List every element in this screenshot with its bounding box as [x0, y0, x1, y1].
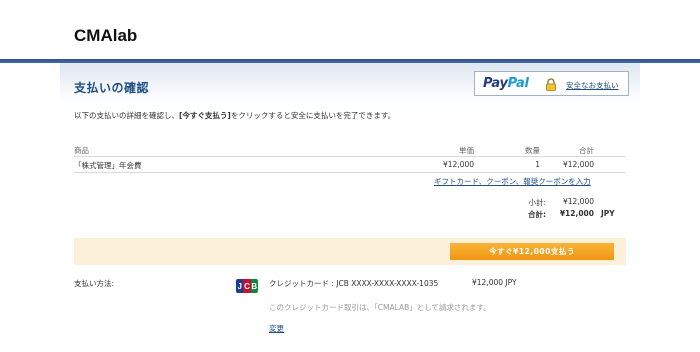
paypal-logo-pay: Pay: [483, 76, 508, 91]
item-name: 「株式管理」年会費: [74, 161, 142, 170]
secure-payment-link[interactable]: 安全なお支払い: [566, 80, 619, 91]
checkout-panel: 支払いの確認 PayPal 安全なお支払い 以下の支払いの詳細を確認し、[今すぐ…: [60, 63, 640, 352]
paypal-logo: PayPal: [483, 76, 529, 91]
total-value: ¥12,000: [559, 209, 594, 218]
intro-text-before: 以下の支払いの詳細を確認し、: [74, 111, 179, 120]
pay-now-button[interactable]: 今すぐ¥12,000支払う: [450, 243, 614, 260]
merchant-header: CMAlab: [0, 0, 700, 63]
total-currency: JPY: [601, 209, 615, 218]
item-unit-price: ¥12,000: [442, 160, 474, 169]
title-bar: 支払いの確認 PayPal 安全なお支払い: [60, 63, 640, 103]
paypal-badge: PayPal 安全なお支払い: [474, 71, 629, 96]
total-label: 合計:: [528, 210, 546, 219]
column-header-item: 商品: [74, 146, 89, 155]
intro-text: 以下の支払いの詳細を確認し、[今すぐ支払う]をクリックすると安全に支払いを完了で…: [74, 110, 395, 121]
billing-note: このクレジットカード取引は、「CMALAB」として請求されます。: [269, 303, 491, 312]
intro-text-after: をクリックすると安全に支払いを完了できます。: [230, 111, 396, 120]
change-payment-link[interactable]: 変更: [269, 323, 284, 334]
column-header-unit-price: 単価: [459, 146, 474, 155]
payment-method-label: 支払い方法:: [74, 279, 115, 288]
item-total: ¥12,000: [562, 160, 594, 169]
paypal-logo-pal: Pal: [507, 76, 529, 91]
table-header-divider: [74, 156, 626, 157]
pay-now-bar: 今すぐ¥12,000支払う: [74, 238, 626, 265]
coupon-link[interactable]: ギフトカード、クーポン、報奨クーポンを入力: [434, 176, 591, 187]
intro-text-action: [今すぐ支払う]: [179, 111, 231, 120]
page-title: 支払いの確認: [74, 81, 150, 95]
payment-amount: ¥12,000 JPY: [472, 278, 517, 287]
merchant-name: CMAlab: [74, 26, 138, 45]
subtotal-label: 小計:: [528, 198, 546, 207]
lock-icon: [546, 78, 556, 91]
subtotal-value: ¥12,000: [562, 197, 594, 206]
jcb-card-icon: JCB: [236, 279, 258, 293]
column-header-total: 合計: [579, 146, 594, 155]
table-row-divider: [74, 172, 626, 173]
card-description: クレジットカード : JCB XXXX-XXXX-XXXX-1035: [269, 279, 439, 288]
column-header-quantity: 数量: [525, 146, 540, 155]
item-quantity: 1: [535, 160, 540, 169]
